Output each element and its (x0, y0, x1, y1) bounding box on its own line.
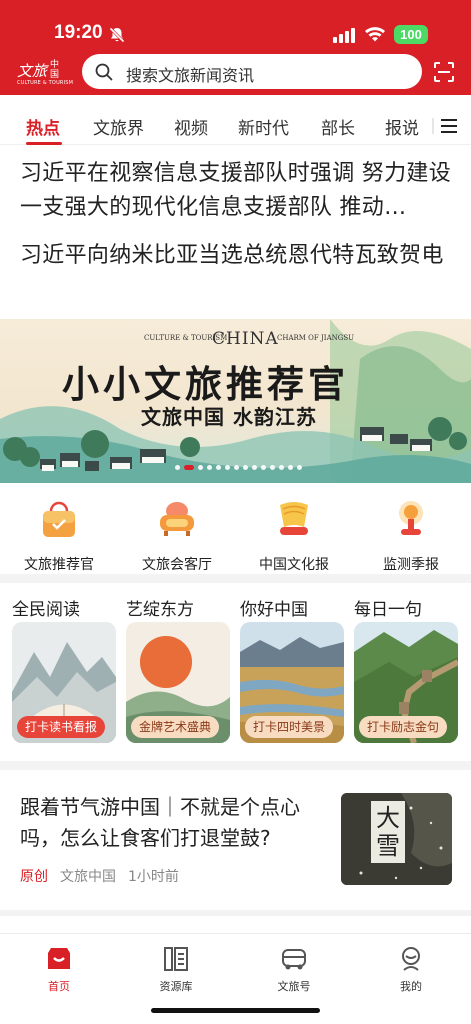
battery-indicator: 100 (394, 25, 428, 44)
section-divider (0, 761, 471, 770)
section-divider (0, 574, 471, 583)
menu-icon[interactable] (432, 117, 458, 135)
activity-card-reading[interactable]: 打卡读书看报 (12, 622, 116, 743)
nav-library[interactable]: 资源库 (136, 940, 216, 1000)
app-header: 19:20 100 文旅 中国 CULTURE & TOURISM 搜索文旅新闻… (0, 0, 471, 95)
quick-links: 文旅推荐官 文旅会客厅 中国文化报 监测季报 (0, 483, 471, 573)
cellular-signal-icon (333, 28, 355, 43)
quick-link-quarterly[interactable]: 监测季报 (356, 493, 466, 573)
lamp-report-icon (399, 501, 423, 535)
activity-reading[interactable]: 全民阅读 打卡读书看报 (12, 585, 116, 745)
newspaper-scroll-icon (280, 502, 308, 535)
carousel-dot[interactable] (261, 465, 266, 470)
wifi-icon (365, 27, 385, 42)
banner-subtitle: 文旅中国 水韵江苏 (141, 405, 317, 429)
search-input[interactable]: 搜索文旅新闻资讯 (82, 54, 422, 89)
article-thumbnail[interactable]: 大雪 (341, 793, 452, 885)
carousel-dot[interactable] (234, 465, 239, 470)
headline-1[interactable]: 习近平在视察信息支援部队时强调 努力建设一支强大的现代化信息支援部队 推动… (20, 157, 456, 225)
carousel-dot[interactable] (225, 465, 230, 470)
activity-daily-quote[interactable]: 每日一句 打卡励志金句 (354, 585, 458, 745)
profile-icon (402, 947, 420, 971)
shopping-bag-icon (43, 501, 75, 537)
nav-wenlv-account[interactable]: 文旅号 (254, 940, 334, 1000)
carousel-dots[interactable] (175, 463, 305, 471)
app-logo[interactable]: 文旅 中国 CULTURE & TOURISM (17, 60, 73, 88)
tab-hot[interactable]: 热点 (26, 114, 60, 139)
tab-video[interactable]: 视频 (174, 114, 208, 139)
carousel-dot[interactable] (288, 465, 293, 470)
article-thumbnail-text: 大雪 (376, 804, 400, 860)
carousel-dot[interactable] (216, 465, 221, 470)
carousel-dot[interactable] (279, 465, 284, 470)
nav-home[interactable]: 首页 (19, 940, 99, 1000)
carousel-dot[interactable] (175, 465, 180, 470)
tab-minister[interactable]: 部长 (321, 114, 355, 139)
activity-card-hello-china[interactable]: 打卡四时美景 (240, 622, 344, 743)
activity-card-daily-quote[interactable]: 打卡励志金句 (354, 622, 458, 743)
activity-pill-arts[interactable]: 金牌艺术盛典 (131, 716, 220, 738)
activity-pill-hello-china[interactable]: 打卡四时美景 (245, 716, 334, 738)
search-icon (95, 63, 113, 81)
banner-tag-right: CHARM OF JIANGSU (277, 334, 355, 342)
carousel-dot[interactable] (243, 465, 248, 470)
status-bar: 19:20 100 (0, 0, 471, 52)
status-time: 19:20 (54, 22, 103, 43)
library-icon (164, 947, 188, 971)
activity-arts[interactable]: 艺绽东方 金牌艺术盛典 (126, 585, 230, 745)
nav-profile[interactable]: 我的 (371, 940, 451, 1000)
activity-hello-china[interactable]: 你好中国 打卡四时美景 (240, 585, 344, 745)
scan-icon[interactable] (433, 61, 455, 83)
home-icon (48, 948, 70, 969)
carousel-dot[interactable] (184, 465, 194, 470)
carousel-dot[interactable] (252, 465, 257, 470)
activity-card-arts[interactable]: 金牌艺术盛典 (126, 622, 230, 743)
quick-link-culture-paper[interactable]: 中国文化报 (239, 493, 349, 573)
quick-link-lounge[interactable]: 文旅会客厅 (122, 493, 232, 573)
activity-pill-daily-quote[interactable]: 打卡励志金句 (359, 716, 448, 738)
mute-bell-icon (109, 27, 125, 43)
tab-newspaper[interactable]: 报说 (385, 114, 419, 139)
carousel-dot[interactable] (198, 465, 203, 470)
headline-2[interactable]: 习近平向纳米比亚当选总统恩代特瓦致贺电 (20, 239, 456, 273)
activity-pill-reading[interactable]: 打卡读书看报 (17, 716, 106, 738)
promo-banner[interactable]: CULTURE & TOURISM CHINA CHARM OF JIANGSU… (0, 319, 471, 483)
carousel-dot[interactable] (270, 465, 275, 470)
quick-link-recommender[interactable]: 文旅推荐官 (4, 493, 114, 573)
carousel-dot[interactable] (297, 465, 302, 470)
sofa-icon (160, 502, 194, 536)
search-placeholder: 搜索文旅新闻资讯 (126, 66, 255, 85)
banner-china: CHINA (212, 329, 279, 349)
article-tag: 原创 (20, 869, 48, 885)
article-title[interactable]: 跟着节气游中国｜不就是个点心吗，怎么让食客们打退堂鼓? (20, 792, 325, 854)
carousel-dot[interactable] (207, 465, 212, 470)
bus-icon (282, 949, 306, 970)
active-tab-indicator (26, 142, 62, 145)
home-indicator (151, 1008, 320, 1013)
tab-culture-tourism[interactable]: 文旅界 (93, 114, 144, 139)
banner-title: 小小文旅推荐官 (62, 362, 349, 406)
tab-new-era[interactable]: 新时代 (238, 114, 289, 139)
article-time: 1小时前 (128, 869, 179, 885)
article-source: 文旅中国 (60, 869, 116, 885)
section-divider (0, 910, 471, 916)
channel-tabs: 热点 文旅界 视频 新时代 部长 报说 (0, 95, 471, 145)
